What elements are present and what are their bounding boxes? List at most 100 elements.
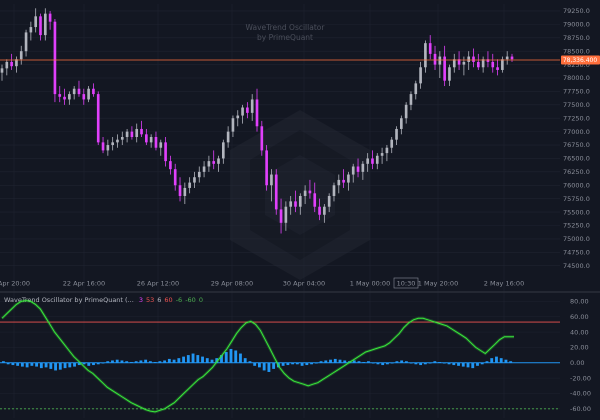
hist-bar-49	[234, 350, 238, 363]
candle-body-7	[34, 16, 38, 28]
ind-tick-5: -20.00	[570, 374, 591, 382]
hist-bar-18	[87, 362, 91, 366]
hist-bar-23	[111, 360, 114, 363]
time-tick-4: 30 Apr 04:00	[283, 280, 325, 288]
price-label: 78,336.400	[561, 55, 600, 65]
candle-body-44	[212, 161, 216, 164]
candle-body-38	[183, 187, 187, 196]
candle-body-16	[77, 88, 81, 95]
ind-tick-3: 20.00	[570, 344, 589, 352]
candle-body-20	[96, 94, 100, 143]
hist-bar-69	[329, 359, 332, 363]
time-tick-0: Apr 20:00	[0, 280, 30, 288]
hist-bar-95	[452, 362, 456, 366]
candle-body-46	[221, 142, 225, 159]
candle-body-15	[72, 88, 76, 95]
ind-tick-2: 40.00	[570, 328, 589, 336]
candle-body-17	[82, 94, 86, 100]
hist-bar-107	[509, 361, 513, 363]
hist-bar-64	[305, 362, 309, 366]
indicator-value-4: -6	[176, 296, 182, 304]
candle-body-103	[496, 67, 499, 70]
candle-body-64	[308, 190, 312, 194]
hist-bar-82	[390, 362, 394, 364]
hist-bar-66	[314, 362, 318, 364]
hist-bar-9	[44, 362, 48, 368]
hist-bar-29	[139, 360, 143, 363]
hist-bar-50	[239, 353, 242, 363]
candle-body-37	[178, 185, 182, 196]
candle-body-90	[433, 53, 437, 65]
candle-body-55	[265, 150, 268, 186]
candle-body-35	[169, 161, 172, 170]
time-tick-3: 29 Apr 08:00	[211, 280, 253, 288]
candle-body-31	[149, 137, 153, 143]
hist-bar-90	[428, 362, 432, 364]
hist-bar-20	[96, 362, 100, 365]
candle-body-102	[491, 61, 495, 68]
hist-bar-76	[362, 361, 366, 363]
hist-bar-53	[253, 362, 257, 366]
candle-body-39	[188, 182, 191, 188]
price-tick-12: 76250.0	[563, 168, 590, 176]
hist-bar-0	[2, 361, 5, 363]
candle-11	[53, 19, 57, 103]
candle-body-98	[472, 56, 475, 62]
hist-bar-89	[423, 362, 427, 365]
candle-body-66	[318, 206, 321, 215]
candle-body-69	[332, 185, 336, 196]
price-tick-0: 79250.0	[563, 7, 590, 15]
hist-bar-36	[172, 359, 176, 363]
candle-body-78	[375, 155, 379, 164]
crosshair-time-label: 10:30	[393, 277, 419, 289]
candle-body-33	[159, 142, 163, 148]
candle-body-2	[10, 61, 13, 67]
hist-bar-1	[6, 362, 10, 365]
price-tick-6: 77750.0	[563, 88, 590, 96]
candle-20	[96, 91, 100, 146]
time-tick-6: 1 May 20:00	[418, 280, 458, 288]
candle-body-58	[279, 209, 283, 223]
hist-bar-96	[457, 362, 460, 366]
candle-55	[265, 145, 268, 191]
candle-body-91	[438, 56, 442, 65]
hist-bar-92	[438, 361, 441, 363]
candle-body-5	[24, 32, 28, 52]
hist-bar-77	[367, 361, 370, 363]
hist-bar-11	[54, 362, 57, 371]
candle-body-1	[5, 61, 9, 69]
watermark-line1: WaveTrend Oscillator	[246, 23, 326, 32]
hist-bar-103	[490, 358, 494, 363]
ind-tick-4: 0.00	[570, 359, 584, 367]
indicator-value-2: 6	[157, 296, 161, 304]
candle-body-94	[452, 59, 456, 68]
candle-body-97	[467, 56, 471, 62]
time-tick-7: 2 May 16:00	[484, 280, 524, 288]
candle-57	[274, 169, 278, 215]
candle-body-71	[342, 179, 345, 183]
candle-body-26	[125, 131, 129, 137]
hist-bar-83	[395, 361, 399, 363]
hist-bar-61	[291, 362, 295, 365]
hist-bar-56	[267, 362, 271, 372]
hist-bar-41	[196, 355, 200, 363]
hist-bar-35	[167, 358, 171, 363]
candle-body-60	[289, 201, 293, 207]
hist-bar-63	[300, 362, 304, 366]
hist-bar-59	[281, 362, 285, 366]
candle-body-104	[501, 59, 504, 70]
indicator-value-6: 0	[199, 296, 203, 304]
candle-body-19	[92, 88, 95, 95]
candle-body-72	[347, 174, 350, 183]
hist-bar-84	[400, 360, 404, 363]
hist-bar-13	[63, 362, 67, 369]
price-tick-2: 78750.0	[563, 34, 590, 42]
hist-bar-94	[447, 362, 451, 365]
hist-bar-86	[409, 362, 413, 364]
candle-body-40	[193, 177, 196, 183]
hist-bar-4	[20, 362, 24, 367]
candle-body-88	[424, 43, 427, 68]
time-tick-2: 26 Apr 12:00	[137, 280, 179, 288]
candle-body-79	[380, 153, 384, 156]
hist-bar-26	[125, 361, 129, 363]
